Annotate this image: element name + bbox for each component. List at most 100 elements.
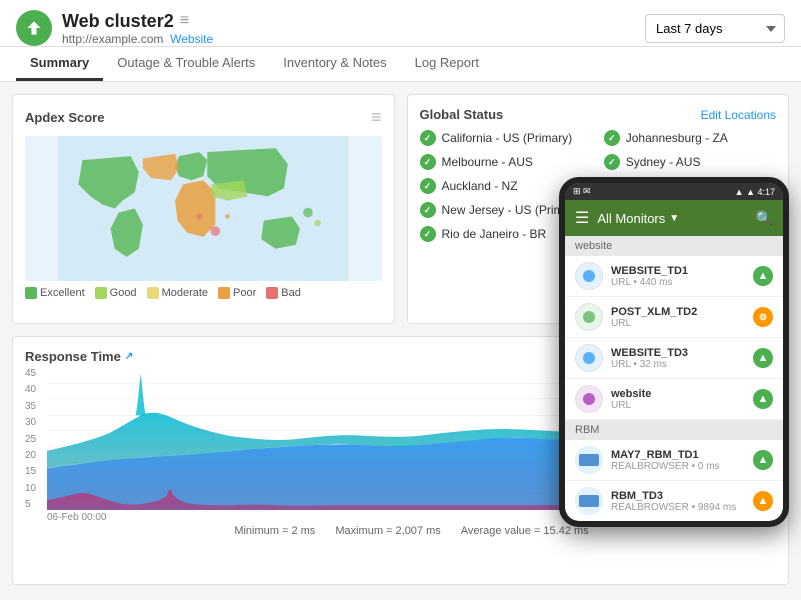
mobile-item-info-2: WEBSITE_TD3 URL • 32 ms [611,347,745,370]
edit-locations-link[interactable]: Edit Locations [701,108,776,122]
website-icon-1 [575,303,603,331]
location-name-melbourne: Melbourne - AUS [442,155,533,169]
mobile-item-name-3: website [611,388,745,400]
mobile-item-1: POST_XLM_TD2 URL ⚙ [565,297,783,338]
site-url-text: http://example.com [62,32,163,46]
location-name-auckland: Auckland - NZ [442,179,518,193]
global-status-title: Global Status [420,107,504,122]
stat-minimum: Minimum = 2 ms [234,525,315,537]
mobile-item-sub-3: URL [611,400,745,411]
mobile-item-sub-1: URL [611,318,745,329]
mobile-item-icon-rbm-1 [575,487,603,515]
legend-poor-label: Poor [233,287,256,299]
tab-summary[interactable]: Summary [16,47,103,81]
legend-moderate-label: Moderate [162,287,208,299]
rbm-icon-1 [575,487,603,515]
mobile-status-icon-3: ▲ [758,393,769,405]
mobile-status-right: ▲ ▲ 4:17 [735,187,775,197]
mobile-search-icon[interactable]: 🔍 [756,210,773,227]
y-label-25: 25 [25,434,47,445]
location-melbourne: Melbourne - AUS [420,154,592,170]
tab-inventory[interactable]: Inventory & Notes [269,47,400,81]
status-dot-rio [420,226,436,242]
external-link-icon[interactable]: ↗ [125,351,133,362]
mobile-item-status-1: ⚙ [753,307,773,327]
date-range-select[interactable]: Last 7 days Last 24 hours Last 30 days L… [645,14,785,43]
location-name-rio: Rio de Janeiro - BR [442,227,547,241]
mobile-section-rbm: RBM [565,420,783,440]
tab-log[interactable]: Log Report [401,47,493,81]
tab-outage[interactable]: Outage & Trouble Alerts [103,47,269,81]
status-dot-sydney [604,154,620,170]
mobile-item-icon-rbm-0 [575,446,603,474]
global-status-header: Global Status Edit Locations [420,107,777,122]
mobile-item-icon-2 [575,344,603,372]
mobile-item-sub-0: URL • 440 ms [611,277,745,288]
mobile-hamburger-icon[interactable]: ☰ [575,208,589,228]
apdex-header: Apdex Score ≡ [25,107,382,128]
map-legend: Excellent Good Moderate Poor Bad [25,287,382,299]
site-info: Web cluster2 ≡ http://example.com Websit… [62,11,213,46]
mobile-toolbar-title-text: All Monitors [597,211,665,226]
legend-bad-label: Bad [281,287,301,299]
location-name-sydney: Sydney - AUS [626,155,701,169]
mobile-item-name-2: WEBSITE_TD3 [611,347,745,359]
mobile-section-rbm-label: RBM [575,424,599,436]
location-california: California - US (Primary) [420,130,592,146]
mobile-item-status-2: ▲ [753,348,773,368]
apdex-menu-icon[interactable]: ≡ [371,107,382,128]
mobile-item-icon-1 [575,303,603,331]
mobile-screen: ⊞ ✉ ▲ ▲ 4:17 ☰ All Monitors ▼ 🔍 website [565,183,783,521]
site-name-text: Web cluster2 [62,11,174,32]
rbm-icon-0 [575,446,603,474]
menu-icon[interactable]: ≡ [180,12,189,30]
mobile-item-sub-rbm-1: REALBROWSER • 9894 ms [611,502,745,513]
mobile-section-website: website [565,236,783,256]
mobile-status-icon-0: ▲ [758,270,769,282]
app-header: Web cluster2 ≡ http://example.com Websit… [0,0,801,47]
y-label-35: 35 [25,401,47,412]
site-name-row: Web cluster2 ≡ [62,11,213,32]
mobile-item-info-rbm-0: MAY7_RBM_TD1 REALBROWSER • 0 ms [611,449,745,472]
legend-excellent-dot [25,287,37,299]
mobile-item-2: WEBSITE_TD3 URL • 32 ms ▲ [565,338,783,379]
mobile-item-3: website URL ▲ [565,379,783,420]
location-name-johannesburg: Johannesburg - ZA [626,131,728,145]
legend-moderate: Moderate [147,287,208,299]
website-icon-2 [575,344,603,372]
world-map-svg [25,136,382,281]
mobile-item-info-0: WEBSITE_TD1 URL • 440 ms [611,265,745,288]
y-label-15: 15 [25,466,47,477]
y-label-10: 10 [25,483,47,494]
mobile-item-rbm-1: RBM_TD3 REALBROWSER • 9894 ms ▲ [565,481,783,521]
main-content: Apdex Score ≡ [0,82,801,597]
location-johannesburg: Johannesburg - ZA [604,130,776,146]
site-status-icon [16,10,52,46]
mobile-item-rbm-0: MAY7_RBM_TD1 REALBROWSER • 0 ms ▲ [565,440,783,481]
mobile-item-info-1: POST_XLM_TD2 URL [611,306,745,329]
apdex-panel: Apdex Score ≡ [12,94,395,324]
site-url-row: http://example.com Website [62,32,213,46]
y-label-45: 45 [25,368,47,379]
mobile-item-name-rbm-1: RBM_TD3 [611,490,745,502]
legend-poor: Poor [218,287,256,299]
mobile-item-status-0: ▲ [753,266,773,286]
mobile-item-status-rbm-1: ▲ [753,491,773,511]
legend-bad-dot [266,287,278,299]
date-selector-container: Last 7 days Last 24 hours Last 30 days L… [645,14,785,43]
response-time-title: Response Time [25,349,121,364]
up-arrow-icon [24,18,44,38]
location-name-california: California - US (Primary) [442,131,573,145]
x-label-start: 06-Feb 00:00 [47,512,107,523]
legend-bad: Bad [266,287,301,299]
mobile-item-0: WEBSITE_TD1 URL • 440 ms ▲ [565,256,783,297]
stat-average: Average value = 15.42 ms [461,525,589,537]
header-left: Web cluster2 ≡ http://example.com Websit… [16,10,213,46]
mobile-item-icon-0 [575,262,603,290]
mobile-item-sub-2: URL • 32 ms [611,359,745,370]
site-link[interactable]: Website [170,32,213,46]
website-icon-0 [575,262,603,290]
mobile-dropdown-arrow-icon[interactable]: ▼ [669,213,679,224]
y-axis-labels: 45 40 35 30 25 20 15 10 5 [25,368,47,528]
apdex-title: Apdex Score [25,110,104,125]
